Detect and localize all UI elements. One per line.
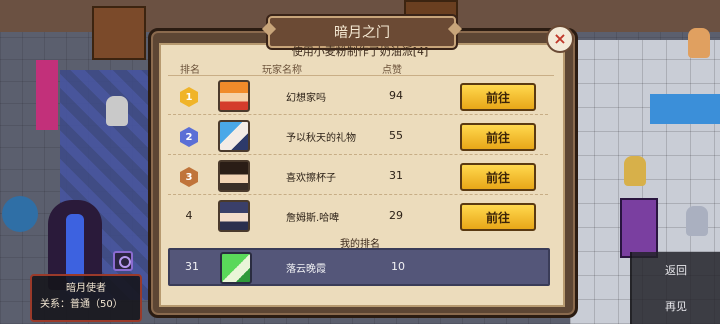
npc-info-panel: 暗月使者 关系：普通（50）: [30, 274, 142, 322]
avatar: [218, 160, 250, 192]
scene-potted-tree: [2, 196, 38, 232]
player-name: 詹姆斯.哈啤: [286, 213, 340, 224]
avatar: [218, 200, 250, 232]
npc-relation: 关系：普通（50）: [40, 295, 123, 310]
rank-badge-blue-icon: 2: [180, 127, 198, 147]
player-name: 予以秋天的礼物: [286, 133, 356, 144]
rank-badge-bronze-icon: 3: [180, 167, 198, 187]
goodbye-button[interactable]: 再见: [630, 288, 720, 324]
rank-number: 3: [180, 167, 198, 187]
like-count: 94: [389, 89, 403, 102]
rank-number: 2: [180, 127, 198, 147]
go-to-button[interactable]: 前往: [460, 123, 536, 151]
avatar: [218, 80, 250, 112]
scene-npc-blonde: [624, 156, 646, 186]
my-like-count: 10: [391, 260, 405, 273]
go-to-button[interactable]: 前往: [460, 83, 536, 111]
avatar: [218, 120, 250, 152]
header-divider: [168, 75, 554, 76]
scene-npc-knight: [106, 96, 128, 126]
scene-purple-machine: [620, 198, 658, 258]
like-count: 31: [389, 169, 403, 182]
leaderboard-row: 2 予以秋天的礼物 55 前往: [168, 118, 548, 155]
rank-number: 4: [185, 209, 193, 222]
leaderboard-row: 1 幻想家吗 94 前往: [168, 78, 548, 115]
go-to-button[interactable]: 前往: [460, 203, 536, 231]
column-header-rank: 排名: [180, 65, 200, 76]
npc-relation-value: 普通（50）: [70, 299, 123, 310]
scene-blue-counter: [650, 94, 720, 124]
my-player-name: 落云晚霞: [286, 264, 326, 275]
scene-npc-grey: [686, 206, 708, 236]
leaderboard-row: 3 喜欢擦杯子 31 前往: [168, 158, 548, 195]
my-avatar: [220, 252, 252, 284]
scene-pink-bench: [36, 60, 58, 130]
like-count: 55: [389, 129, 403, 142]
my-rank-number: 31: [185, 260, 199, 273]
scene-npc-villager: [688, 28, 710, 58]
like-count: 29: [389, 209, 403, 222]
rank-number: 1: [180, 87, 198, 107]
back-button[interactable]: 返回: [630, 252, 720, 288]
rank-badge-gold-icon: 1: [180, 87, 198, 107]
npc-name: 暗月使者: [66, 283, 106, 294]
column-header-likes: 点赞: [382, 65, 402, 76]
column-header-player: 玩家名称: [262, 65, 302, 76]
scene-bookshelf: [92, 6, 146, 60]
go-to-button[interactable]: 前往: [460, 163, 536, 191]
leaderboard-row: 4 詹姆斯.哈啤 29 前往: [168, 198, 548, 234]
player-name: 幻想家吗: [286, 93, 326, 104]
npc-relation-label: 关系：: [40, 299, 70, 310]
modal-subtitle: 使用小麦粉制作了奶油派[4]: [291, 45, 429, 58]
npc-interaction-icon[interactable]: [113, 251, 133, 271]
my-rank-row: 31 落云晚霞 10: [168, 248, 550, 286]
modal-title-text: 暗月之门: [334, 25, 390, 41]
player-name: 喜欢擦杯子: [286, 173, 336, 184]
